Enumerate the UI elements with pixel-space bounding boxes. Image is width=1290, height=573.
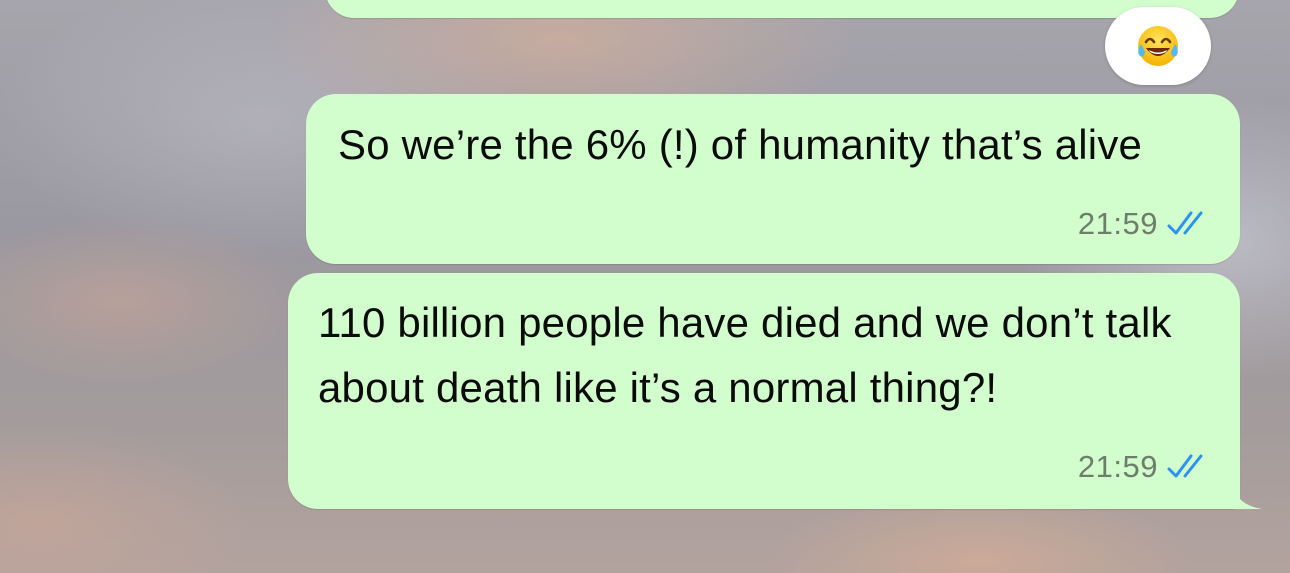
message-meta: 21:59	[1078, 206, 1212, 242]
message-text: So we’re the 6% (!) of humanity that’s a…	[338, 121, 1143, 168]
message-reaction[interactable]	[1105, 7, 1211, 85]
message-timestamp: 21:59	[1077, 449, 1158, 484]
message-meta: 21:59	[1078, 449, 1212, 485]
double-check-icon	[1167, 454, 1203, 478]
message-timestamp: 21:59	[1077, 206, 1158, 241]
message-bubble[interactable]: So we’re the 6% (!) of humanity that’s a…	[306, 94, 1240, 264]
previous-message-bubble[interactable]	[325, 0, 1239, 18]
message-bubble[interactable]: 110 billion people have died and we don’…	[288, 273, 1262, 509]
chat-thread: So we’re the 6% (!) of humanity that’s a…	[0, 0, 1290, 573]
bubble-tail	[1232, 483, 1262, 509]
double-check-icon	[1167, 211, 1203, 235]
face-with-tears-of-joy-icon	[1138, 26, 1178, 66]
message-text: 110 billion people have died and we don’…	[318, 299, 1172, 411]
